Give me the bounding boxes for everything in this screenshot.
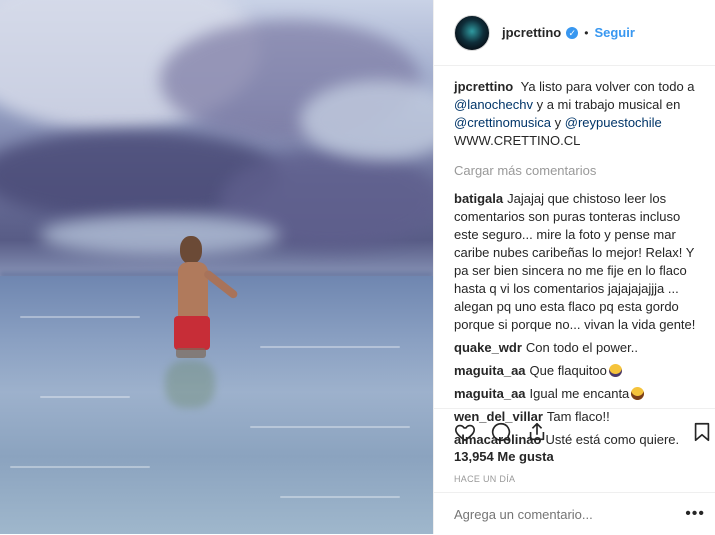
action-bar	[434, 408, 715, 449]
mention-link[interactable]: @lanochechv	[454, 97, 533, 112]
likes-count[interactable]: 13,954 Me gusta	[454, 449, 554, 464]
load-more-comments-button[interactable]: Cargar más comentarios	[454, 162, 707, 180]
website-text: WWW.CRETTINO.CL	[454, 133, 581, 148]
grimacing-face-emoji-icon	[631, 387, 645, 400]
comment-username[interactable]: maguita_aa	[454, 363, 526, 378]
comment-text: Igual me encanta	[529, 386, 630, 401]
caption-username[interactable]: jpcrettino	[454, 79, 513, 94]
comment-item: batigala Jajajaj que chistoso leer los co…	[454, 190, 707, 334]
comment-username[interactable]: quake_wdr	[454, 340, 522, 355]
mention-link[interactable]: @crettinomusica	[454, 115, 551, 130]
comments-list: jpcrettino Ya listo para volver con todo…	[454, 78, 707, 454]
sea	[0, 276, 433, 534]
comment-text: Con todo el power..	[525, 340, 638, 355]
add-comment-input[interactable]	[454, 507, 674, 522]
bookmark-icon[interactable]	[691, 421, 713, 443]
separator-dot: •	[584, 25, 589, 40]
caption-text: y	[554, 115, 562, 130]
post-side-panel: jpcrettino ✓ • Seguir jpcrettino Ya list…	[433, 0, 715, 534]
scared-face-emoji-icon	[608, 364, 622, 377]
caption-text: Ya listo para volver con todo a	[520, 79, 695, 94]
person-head	[180, 236, 202, 264]
more-options-icon[interactable]: •••	[685, 505, 705, 523]
ripple	[20, 316, 140, 318]
caption-text: y a mi trabajo musical en	[536, 97, 681, 112]
ripple	[10, 466, 150, 468]
username-link[interactable]: jpcrettino	[502, 25, 561, 40]
comment-item: quake_wdr Con todo el power..	[454, 339, 707, 357]
post-header: jpcrettino ✓ • Seguir	[434, 0, 715, 66]
red-swim-shorts	[174, 316, 210, 350]
avatar[interactable]	[454, 14, 490, 51]
person-torso	[178, 262, 208, 322]
comment-username[interactable]: maguita_aa	[454, 386, 526, 401]
comment-text: Jajajaj que chistoso leer los comentario…	[454, 191, 696, 332]
ripple	[40, 396, 130, 398]
comment-icon[interactable]	[490, 421, 512, 443]
share-icon[interactable]	[526, 421, 548, 443]
mention-link[interactable]: @reypuestochile	[565, 115, 662, 130]
person-legs	[176, 348, 206, 358]
heart-icon[interactable]	[454, 421, 476, 443]
comment-username[interactable]: batigala	[454, 191, 503, 206]
post-photo[interactable]	[0, 0, 433, 534]
person-reflection	[165, 360, 215, 408]
add-comment-bar: •••	[434, 492, 715, 535]
instagram-post: jpcrettino ✓ • Seguir jpcrettino Ya list…	[0, 0, 715, 534]
ripple	[280, 496, 400, 498]
caption: jpcrettino Ya listo para volver con todo…	[454, 78, 707, 150]
comment-item: maguita_aa Que flaquitoo	[454, 362, 707, 380]
follow-button[interactable]: Seguir	[594, 25, 634, 40]
comment-item: maguita_aa Igual me encanta	[454, 385, 707, 403]
ripple	[260, 346, 400, 348]
verified-badge-icon: ✓	[566, 26, 579, 39]
cloud	[40, 215, 280, 255]
comment-text: Que flaquitoo	[529, 363, 607, 378]
ripple	[250, 426, 410, 428]
post-timestamp: HACE UN DÍA	[454, 474, 516, 484]
